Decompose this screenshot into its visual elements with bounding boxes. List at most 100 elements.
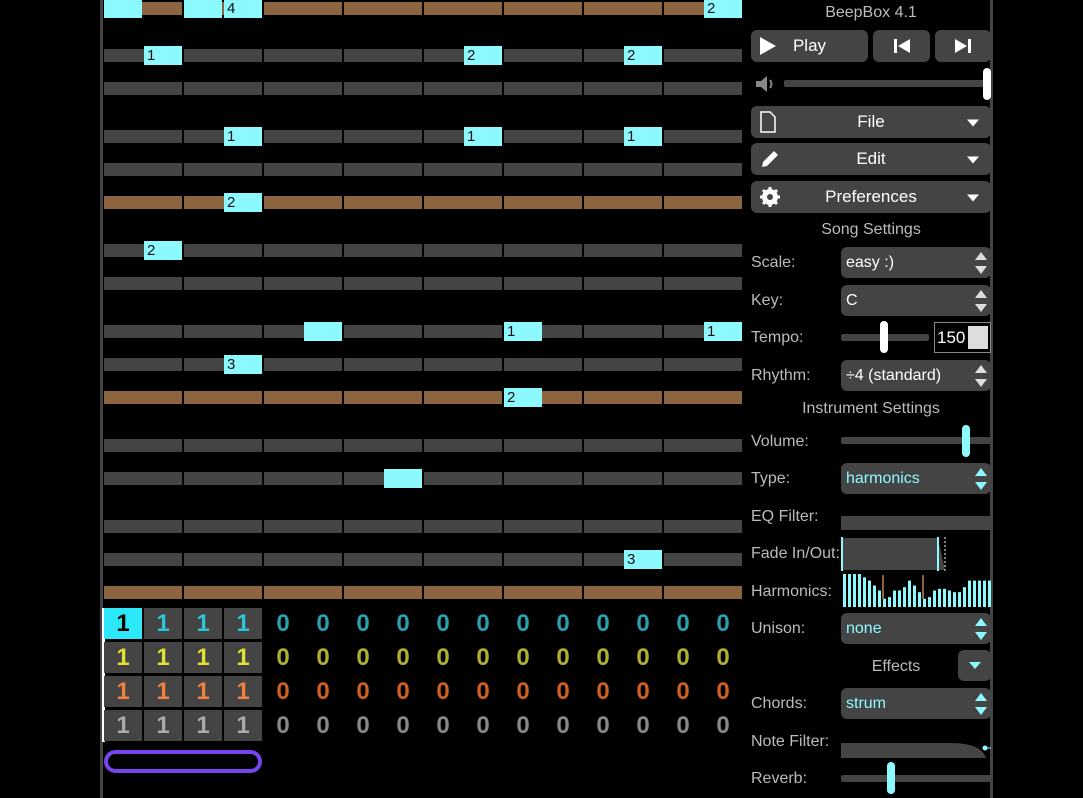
pattern-cell[interactable]: 0 (584, 642, 622, 673)
pattern-cell[interactable]: 0 (504, 710, 542, 741)
beat-cell[interactable] (104, 277, 182, 290)
master-volume-track[interactable] (784, 80, 988, 87)
beat-cell[interactable] (664, 391, 742, 404)
beat-cell[interactable] (104, 130, 182, 143)
beat-cell[interactable] (184, 439, 262, 452)
beat-cell[interactable] (344, 586, 422, 599)
play-button[interactable]: Play (751, 30, 868, 62)
pattern-cell[interactable]: 1 (144, 676, 182, 707)
note[interactable] (384, 469, 422, 488)
pitch-lane[interactable] (104, 472, 744, 485)
beat-cell[interactable] (424, 163, 502, 176)
beat-cell[interactable] (104, 82, 182, 95)
beat-cell[interactable] (664, 163, 742, 176)
harmonic-bar[interactable] (923, 598, 926, 607)
pattern-cell[interactable]: 0 (664, 608, 702, 639)
beat-cell[interactable] (504, 553, 582, 566)
beat-cell[interactable] (264, 553, 342, 566)
preferences-menu[interactable]: Preferences (751, 181, 991, 213)
beat-cell[interactable] (584, 163, 662, 176)
note[interactable]: 2 (704, 0, 742, 18)
beat-cell[interactable] (184, 49, 262, 62)
file-menu[interactable]: File (751, 106, 991, 138)
beat-cell[interactable] (584, 439, 662, 452)
pattern-cell[interactable]: 0 (704, 676, 742, 707)
beat-cell[interactable] (184, 472, 262, 485)
pattern-cell[interactable]: 1 (144, 642, 182, 673)
pitch-lane[interactable] (104, 439, 744, 452)
note[interactable]: 3 (624, 550, 662, 569)
beat-cell[interactable] (424, 586, 502, 599)
beat-cell[interactable] (664, 82, 742, 95)
beat-cell[interactable] (104, 439, 182, 452)
beat-cell[interactable] (264, 391, 342, 404)
pattern-cell[interactable]: 0 (344, 676, 382, 707)
note[interactable]: 2 (144, 241, 182, 260)
note[interactable]: 1 (704, 322, 742, 341)
beat-cell[interactable] (264, 439, 342, 452)
harmonic-bar[interactable] (888, 597, 891, 607)
pattern-cell[interactable]: 0 (584, 676, 622, 707)
beat-cell[interactable] (424, 82, 502, 95)
pitch-lane[interactable] (104, 325, 744, 338)
beat-cell[interactable] (584, 277, 662, 290)
beat-cell[interactable] (104, 325, 182, 338)
beat-cell[interactable] (344, 2, 422, 15)
note[interactable]: 2 (504, 388, 542, 407)
tempo-spinner[interactable] (968, 326, 988, 349)
beat-cell[interactable] (584, 472, 662, 485)
beat-cell[interactable] (664, 520, 742, 533)
prev-bar-button[interactable] (873, 30, 930, 62)
pattern-cell[interactable]: 0 (304, 642, 342, 673)
beat-cell[interactable] (584, 244, 662, 257)
beat-cell[interactable] (664, 196, 742, 209)
pattern-cell[interactable]: 0 (544, 676, 582, 707)
beat-cell[interactable] (504, 277, 582, 290)
harmonic-bar[interactable] (973, 580, 976, 607)
instrument-volume-slider[interactable] (962, 425, 970, 457)
harmonic-bar[interactable] (843, 574, 846, 607)
beat-cell[interactable] (264, 358, 342, 371)
beat-cell[interactable] (104, 358, 182, 371)
beat-cell[interactable] (344, 277, 422, 290)
beat-cell[interactable] (344, 325, 422, 338)
harmonic-bar[interactable] (948, 590, 951, 608)
pattern-cell[interactable]: 0 (264, 676, 302, 707)
beat-cell[interactable] (184, 586, 262, 599)
harmonic-bar[interactable] (848, 574, 851, 607)
beat-cell[interactable] (424, 244, 502, 257)
beat-cell[interactable] (264, 2, 342, 15)
pitch-lane[interactable] (104, 520, 744, 533)
beat-cell[interactable] (584, 358, 662, 371)
beat-cell[interactable] (504, 196, 582, 209)
octave-lane[interactable] (104, 196, 744, 209)
beat-cell[interactable] (504, 82, 582, 95)
eq-filter-editor[interactable] (841, 516, 991, 530)
pattern-cell[interactable]: 0 (344, 642, 382, 673)
beat-cell[interactable] (184, 277, 262, 290)
beat-cell[interactable] (424, 196, 502, 209)
beat-cell[interactable] (584, 196, 662, 209)
beat-cell[interactable] (104, 163, 182, 176)
beat-cell[interactable] (424, 391, 502, 404)
beat-cell[interactable] (264, 586, 342, 599)
beat-cell[interactable] (264, 244, 342, 257)
pattern-cell[interactable]: 0 (264, 642, 302, 673)
pattern-cell[interactable]: 0 (424, 676, 462, 707)
note[interactable]: 3 (224, 355, 262, 374)
beat-cell[interactable] (344, 391, 422, 404)
pattern-cell[interactable]: 0 (664, 642, 702, 673)
harmonic-bar[interactable] (868, 580, 871, 607)
pattern-cell[interactable]: 0 (464, 642, 502, 673)
harmonic-bar[interactable] (953, 592, 956, 607)
pattern-cell[interactable]: 0 (624, 676, 662, 707)
pattern-cell[interactable]: 0 (384, 676, 422, 707)
beat-cell[interactable] (504, 130, 582, 143)
note[interactable] (304, 322, 342, 341)
beat-cell[interactable] (584, 2, 662, 15)
pattern-cell[interactable]: 0 (584, 710, 622, 741)
pitch-lane[interactable] (104, 82, 744, 95)
note[interactable]: 1 (464, 127, 502, 146)
beat-cell[interactable] (104, 196, 182, 209)
note[interactable]: 1 (624, 127, 662, 146)
